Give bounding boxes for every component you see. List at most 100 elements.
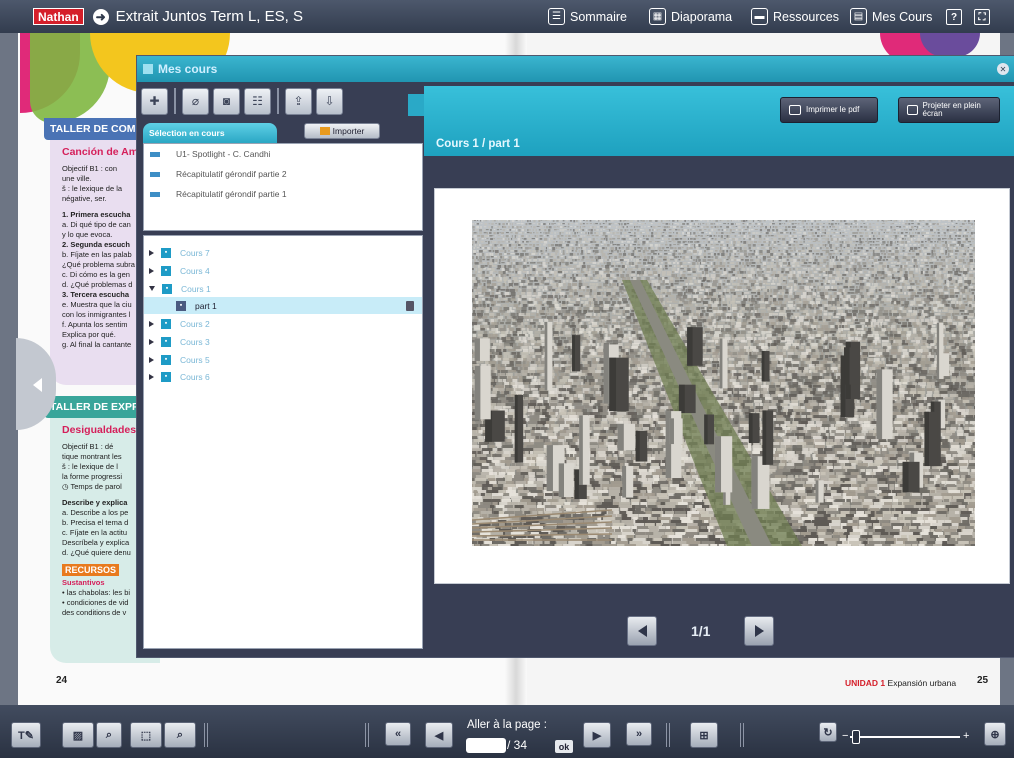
previous-page-button[interactable]: ◀ (425, 722, 453, 748)
caret-right-icon[interactable] (149, 320, 154, 327)
help-button[interactable]: ? (946, 9, 962, 25)
recursos-label: RECURSOS (62, 564, 120, 576)
ressources-button[interactable]: ▬ Ressources (751, 8, 839, 25)
toolbar-grip (365, 723, 371, 747)
chevron-right-icon (754, 625, 764, 637)
tree-item-label: Cours 6 (180, 371, 210, 382)
tree-item[interactable]: ▪ Cours 2 (144, 315, 422, 332)
window-titlebar: Mes cours (137, 56, 1014, 82)
city-photo-graphic (472, 220, 975, 546)
export-icon[interactable]: ⇪ (285, 87, 312, 115)
mes-cours-label: Mes Cours (872, 9, 933, 24)
print-pdf-label: Imprimer le pdf (806, 105, 860, 114)
tree-item[interactable]: ▪ Cours 4 (144, 262, 422, 279)
tree-item[interactable]: ▪ Cours 6 (144, 368, 422, 385)
diaporama-button[interactable]: ▦ Diaporama (649, 8, 732, 25)
next-page-button[interactable]: ▶ (583, 722, 611, 748)
diaporama-label: Diaporama (671, 9, 733, 24)
page-total: / 34 (507, 738, 528, 752)
fullscreen-icon[interactable]: ⛶ (974, 9, 990, 25)
tree-item[interactable]: ▪ Cours 7 (144, 244, 422, 261)
trash-icon[interactable] (406, 300, 414, 311)
caret-right-icon[interactable] (149, 356, 154, 363)
toolbar-separator (277, 88, 279, 114)
text-tool-icon[interactable]: T✎ (11, 722, 41, 748)
selection-list: U1- Spotlight - C. Candhi Récapitulatif … (143, 143, 423, 231)
first-page-button[interactable]: « (385, 722, 411, 746)
unidad-number: UNIDAD 1 (845, 678, 886, 688)
previous-slide-button[interactable] (627, 616, 657, 646)
selection-item-label: Récapitulatif gérondif partie 2 (176, 169, 287, 179)
course-path: Cours 1 / part 1 (436, 138, 520, 150)
add-course-icon[interactable]: ✚ (141, 87, 168, 115)
zoom-slider[interactable] (850, 736, 960, 738)
selection-item[interactable]: U1- Spotlight - C. Candhi (144, 144, 422, 164)
ok-button[interactable]: ok (555, 740, 573, 753)
courses-icon: ▤ (850, 8, 867, 25)
window-title: Mes cours (158, 62, 218, 76)
mes-cours-button[interactable]: ▤ Mes Cours (850, 8, 932, 25)
printer-icon (789, 105, 801, 115)
caret-right-icon[interactable] (149, 267, 154, 274)
last-page-button[interactable]: » (626, 722, 652, 746)
tree-item-label: Cours 1 (181, 283, 211, 294)
tree-item-label: part 1 (195, 300, 217, 311)
mes-cours-window: Mes cours ✕ ✚ ⌀ ◙ ☷ ⇪ ⇩ Sélection en cou… (136, 55, 1014, 658)
tree-item[interactable]: ▪ Cours 5 (144, 351, 422, 368)
chevron-left-icon (33, 378, 42, 392)
project-fullscreen-button[interactable]: Projeter en plein écran (898, 97, 1000, 123)
project-fullscreen-label: Projeter en plein écran (922, 101, 981, 118)
folder-icon: ▪ (162, 283, 172, 294)
course-tree: ▪ Cours 7 ▪ Cours 4 ▪ Cours 1 ▪ part 1 ▪ Cours 2 ▪… (143, 235, 423, 649)
tree-item[interactable]: ▪ Cours 1 (144, 280, 422, 297)
edit-icon[interactable]: ☷ (244, 87, 271, 115)
slideshow-icon: ▦ (649, 8, 666, 25)
folder-icon: ▪ (161, 318, 171, 329)
importer-label: Importer (332, 126, 365, 136)
zoom-out-icon[interactable]: − (842, 730, 848, 742)
caret-right-icon[interactable] (149, 338, 154, 345)
window-icon (143, 64, 153, 74)
tree-item-label: Cours 7 (180, 247, 210, 258)
camera-icon[interactable]: ◙ (213, 87, 240, 115)
area-select-icon[interactable]: ⬚ (130, 722, 162, 748)
sommaire-label: Sommaire (570, 9, 627, 24)
arrow-right-icon[interactable]: ➜ (92, 8, 109, 25)
caret-right-icon[interactable] (149, 249, 154, 256)
area-zoom-icon[interactable]: ⌕ (164, 722, 196, 748)
grid-view-icon[interactable]: ⊞ (690, 722, 718, 748)
tree-item-label: Cours 5 (180, 354, 210, 365)
close-icon[interactable]: ✕ (997, 63, 1009, 75)
selection-item[interactable]: Récapitulatif gérondif partie 2 (144, 164, 422, 184)
reset-zoom-icon[interactable]: ↻ (819, 722, 837, 742)
importer-button[interactable]: Importer (304, 123, 380, 139)
select-zoom-icon[interactable]: ▨ (62, 722, 94, 748)
page-input[interactable] (466, 738, 506, 753)
print-pdf-button[interactable]: Imprimer le pdf (780, 97, 878, 123)
selection-item-label: Récapitulatif gérondif partie 1 (176, 189, 287, 199)
attach-icon[interactable]: ⌀ (182, 87, 209, 115)
magnifier-icon[interactable]: ⌕ (96, 722, 122, 748)
zoom-in-icon[interactable]: + (963, 730, 969, 742)
tree-item[interactable]: ▪ Cours 3 (144, 333, 422, 350)
toolbar-grip (204, 723, 210, 747)
tree-subitem[interactable]: ▪ part 1 (144, 297, 422, 314)
next-slide-button[interactable] (744, 616, 775, 646)
document-icon (150, 191, 160, 197)
right-page-number: 25 (977, 675, 989, 686)
zoom-magnifier-icon[interactable]: ⊕ (984, 722, 1006, 746)
zoom-slider-handle[interactable] (852, 730, 860, 744)
sommaire-button[interactable]: ☰ Sommaire (548, 8, 627, 25)
import-file-icon[interactable]: ⇩ (316, 87, 343, 115)
city-aerial-photo (472, 220, 975, 546)
slide-viewer (434, 188, 1010, 584)
selection-item-label: U1- Spotlight - C. Candhi (176, 149, 271, 159)
toolbar-separator (174, 88, 176, 114)
collapse-tab[interactable] (408, 94, 424, 116)
caret-down-icon[interactable] (149, 286, 155, 291)
document-icon (150, 171, 160, 177)
selection-tab[interactable]: Sélection en cours (143, 123, 277, 143)
caret-right-icon[interactable] (149, 373, 154, 380)
folder-icon: ▪ (161, 336, 171, 347)
selection-item[interactable]: Récapitulatif gérondif partie 1 (144, 184, 422, 204)
